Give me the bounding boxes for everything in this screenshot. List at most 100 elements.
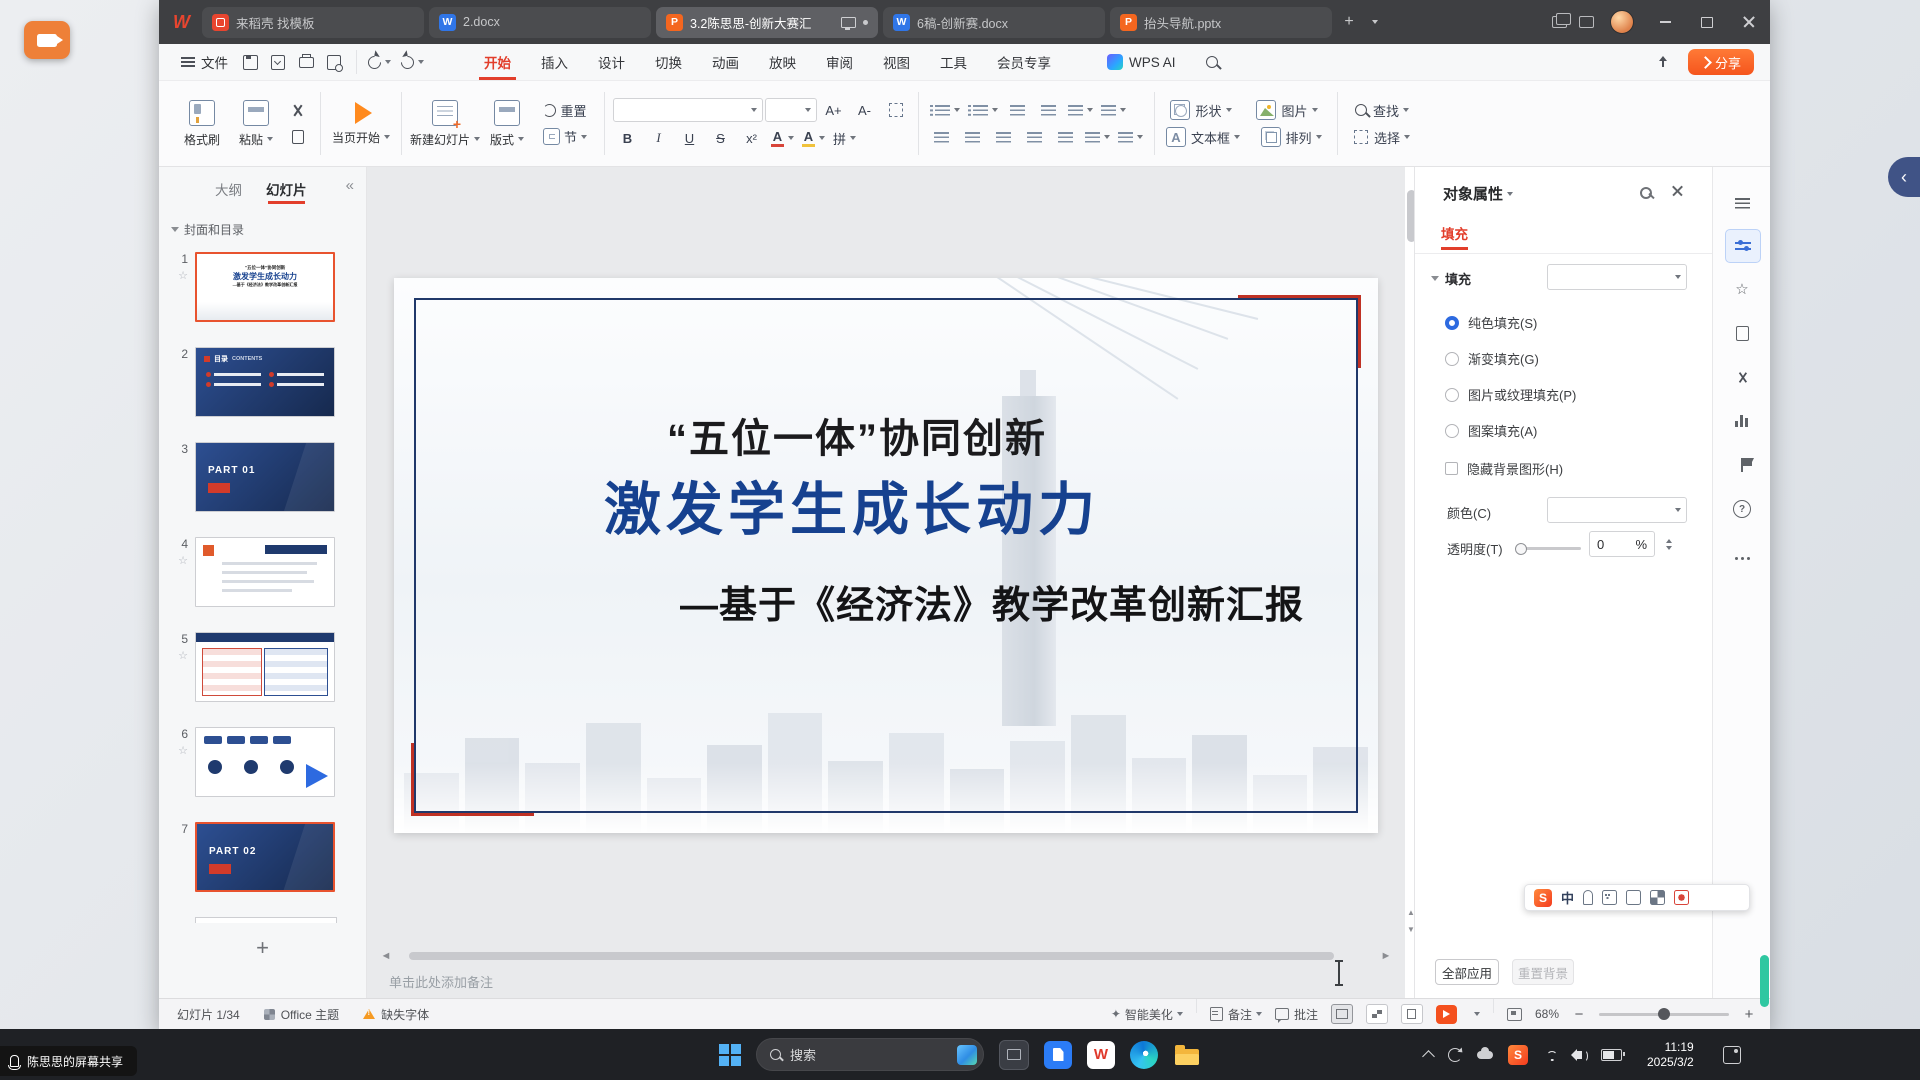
split-window-icon[interactable] [1552,16,1567,28]
integrate-mode-icon[interactable] [1579,16,1594,28]
collapse-panel-icon[interactable]: « [346,177,354,194]
underline-button[interactable]: U [675,127,704,149]
flag-icon[interactable] [1725,449,1759,481]
sogou-logo[interactable]: S [1534,889,1552,907]
close-panel-icon[interactable] [1670,183,1686,199]
volume-icon[interactable] [1576,1051,1582,1059]
star-icon[interactable]: ☆ [178,554,188,567]
menu-tab-transition[interactable]: 切换 [640,44,697,80]
zoom-percent[interactable]: 68% [1535,1007,1559,1021]
slide-layout-button[interactable]: 版式 [480,86,534,161]
wps-logo[interactable]: W [173,12,190,33]
paste-button[interactable]: 粘贴 [229,86,283,161]
wps-app-icon[interactable]: W [1087,1041,1115,1069]
fit-slide-button[interactable] [1507,1008,1522,1021]
screen-record-widget[interactable] [24,21,70,59]
section-button[interactable]: 节 [534,126,596,148]
new-tab-button[interactable]: + [1337,10,1361,34]
tab-slides[interactable]: 幻灯片 [266,179,307,199]
italic-button[interactable]: I [644,127,673,149]
section-header[interactable]: 封面和目录 [171,221,366,238]
menu-tab-home[interactable]: 开始 [469,44,526,80]
menu-tab-wps-ai[interactable]: WPS AI [1092,44,1191,80]
transparency-input[interactable]: 0 % [1589,531,1655,557]
fill-section-header[interactable]: 填充 [1431,269,1471,288]
menu-tab-membership[interactable]: 会员专享 [982,44,1066,80]
edge-browser-icon[interactable] [1130,1041,1158,1069]
emoji-icon[interactable] [1674,890,1689,905]
tab-document-6[interactable]: W 6稿-创新赛.docx [883,7,1105,38]
slide-canvas[interactable]: “五位一体”协同创新 激发学生成长动力 —基于《经济法》教学改革创新汇报 ◄ ►… [367,167,1405,998]
align-center-button[interactable] [958,126,987,148]
taskbar-clock[interactable]: 11:19 2025/3/2 [1647,1040,1694,1070]
slide-thumbnail-1[interactable]: “五位一体”协同创新 激发学生成长动力 —基于《经济法》教学改革创新汇报 [195,252,335,322]
help-icon[interactable]: ? [1725,493,1759,525]
outdent-button[interactable] [1003,99,1032,121]
tab-list-button[interactable] [1361,10,1385,34]
fill-tab[interactable]: 填充 [1441,223,1468,243]
user-avatar[interactable] [1610,10,1634,34]
pinyin-button[interactable]: 拼 [830,127,859,149]
scroll-right-icon[interactable]: ► [1379,950,1393,962]
file-explorer-icon[interactable] [1173,1041,1201,1069]
slide-subtitle-bottom[interactable]: —基于《经济法》教学改革创新汇报 [680,574,1304,629]
slide-thumbnail-peek[interactable] [195,917,337,923]
play-from-current-button[interactable]: 当页开始 [329,86,393,161]
justify-button[interactable] [1020,126,1049,148]
zoom-out-button[interactable]: − [1572,1006,1586,1023]
radio-solid-fill[interactable]: 纯色填充(S) [1445,313,1537,332]
slide-thumbnail-4[interactable] [195,537,335,607]
align-right-button[interactable] [989,126,1018,148]
tab-docer[interactable]: 来稻壳 找模板 [202,7,424,38]
add-slide-button[interactable]: + [159,935,366,961]
upload-cloud-button[interactable] [1652,50,1676,74]
find-button[interactable]: 查找 [1346,99,1418,121]
slide-thumbnail-6[interactable] [195,727,335,797]
print-button[interactable] [294,50,318,74]
char-spacing-button[interactable] [1098,99,1129,121]
star-icon[interactable]: ☆ [178,269,188,282]
star-icon[interactable]: ☆ [178,744,188,757]
sogou-tray-icon[interactable]: S [1508,1045,1528,1065]
side-dock-collapse-handle[interactable]: ‹ [1888,157,1920,197]
tab-header-nav-pptx[interactable]: P 抬头导航.pptx [1110,7,1332,38]
grow-font-button[interactable]: A+ [819,99,848,121]
ime-mode-toggle[interactable]: 中 [1561,888,1574,907]
start-button[interactable] [719,1044,741,1066]
slide-editing-area[interactable]: “五位一体”协同创新 激发学生成长动力 —基于《经济法》教学改革创新汇报 [394,278,1378,833]
slide-thumbnail-5[interactable] [195,632,335,702]
notes-button[interactable]: 备注 [1210,1006,1262,1023]
picture-button[interactable]: 图片 [1249,99,1325,121]
tab-current-presentation[interactable]: P 3.2陈思思-创新大赛汇 [656,7,878,38]
slider-thumb[interactable] [1515,543,1527,555]
zoom-slider[interactable] [1599,1013,1729,1016]
arrange-button[interactable]: 排列 [1253,126,1329,148]
textbox-button[interactable]: 文本框 [1163,126,1243,148]
taskbar-search[interactable]: 搜索 [756,1038,984,1071]
select-button[interactable]: 选择 [1346,126,1418,148]
star-icon[interactable]: ☆ [178,649,188,662]
font-name-select[interactable] [613,98,763,122]
tab-outline[interactable]: 大纲 [215,179,242,199]
slide-thumbnail-7[interactable]: PART 02 [195,822,335,892]
line-spacing-button[interactable] [1082,126,1113,148]
task-view-app-icon[interactable] [999,1040,1029,1070]
menu-tab-slideshow[interactable]: 放映 [754,44,811,80]
bold-button[interactable]: B [613,127,642,149]
export-button[interactable] [266,50,290,74]
ribbon-search-button[interactable] [1191,44,1233,80]
highlight-color-button[interactable]: A [799,127,828,149]
zoom-thumb[interactable] [1658,1008,1670,1020]
theme-indicator[interactable]: Office 主题 [264,1006,339,1023]
font-size-select[interactable] [765,98,817,122]
reset-background-button[interactable]: 重置背景 [1512,959,1574,985]
apply-all-button[interactable]: 全部应用 [1435,959,1499,985]
input-method-toolbar[interactable]: S 中 [1524,884,1750,911]
new-slide-button[interactable]: 新建幻灯片 [410,86,480,161]
slide-subtitle-top[interactable]: “五位一体”协同创新 [667,406,1047,464]
toolbox-icon[interactable] [1626,890,1641,905]
minimize-button[interactable] [1644,0,1686,44]
text-direction-button[interactable] [1065,99,1096,121]
file-menu-button[interactable]: 文件 [173,48,236,76]
tab-document-2[interactable]: W 2.docx [429,7,651,38]
